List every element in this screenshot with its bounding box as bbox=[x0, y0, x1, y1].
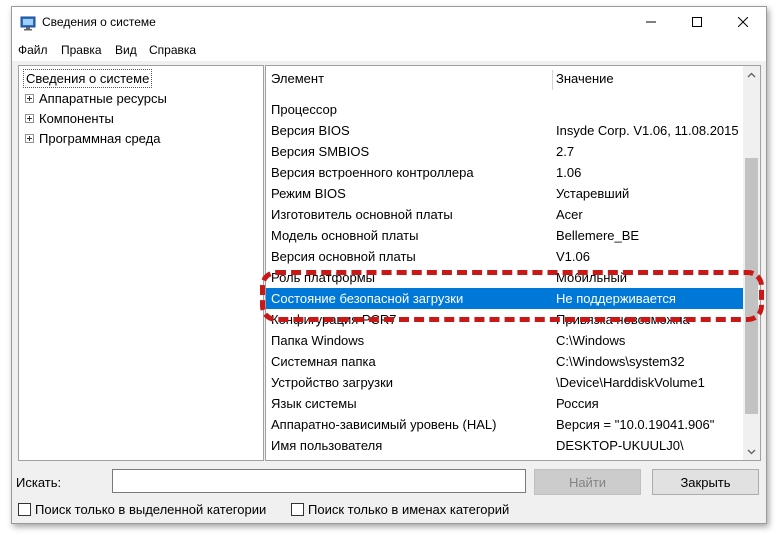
search-input[interactable] bbox=[112, 469, 526, 493]
table-row[interactable]: Версия BIOS Insyde Corp. V1.06, 11.08.201… bbox=[266, 120, 743, 141]
cell-value: Insyde Corp. V1.06, 11.08.2015 bbox=[556, 123, 739, 138]
cell-value: Привязка невозможна bbox=[556, 312, 690, 327]
details-list: Элемент Значение Процессор Версия BIOS Ins… bbox=[265, 65, 761, 461]
cell-item: Состояние безопасной загрузки bbox=[271, 291, 464, 306]
vertical-scrollbar[interactable] bbox=[743, 66, 760, 460]
table-row[interactable]: Роль платформы Мобильный bbox=[266, 267, 743, 288]
table-row[interactable]: Версия встроенного контроллера 1.06 bbox=[266, 162, 743, 183]
close-window-button[interactable] bbox=[720, 7, 766, 37]
column-header-value[interactable]: Значение bbox=[556, 66, 614, 92]
chevron-up-icon bbox=[747, 72, 756, 77]
category-tree: Сведения о системе Аппаратные ресурсы Ко… bbox=[18, 65, 264, 461]
menu-edit[interactable]: Правка bbox=[61, 43, 102, 57]
window-title: Сведения о системе bbox=[42, 15, 156, 29]
tree-item-hardware-resources[interactable]: Аппаратные ресурсы bbox=[25, 90, 167, 106]
scroll-up-arrow[interactable] bbox=[743, 66, 760, 83]
tree-item-label: Программная среда bbox=[39, 130, 161, 146]
scroll-down-arrow[interactable] bbox=[743, 443, 760, 460]
cell-item: Режим BIOS bbox=[271, 186, 346, 201]
table-row[interactable]: Конфигурация PCR7 Привязка невозможна bbox=[266, 309, 743, 330]
menu-help[interactable]: Справка bbox=[149, 43, 196, 57]
cell-item: Системная папка bbox=[271, 354, 376, 369]
cell-value: Не поддерживается bbox=[556, 291, 676, 306]
table-row[interactable]: Режим BIOS Устаревший bbox=[266, 183, 743, 204]
cell-value: C:\Windows bbox=[556, 333, 626, 348]
close-icon bbox=[738, 17, 748, 27]
scroll-thumb[interactable] bbox=[745, 158, 758, 414]
expand-icon[interactable] bbox=[25, 93, 34, 103]
cell-item: Модель основной платы bbox=[271, 228, 419, 243]
tree-item-label: Аппаратные ресурсы bbox=[39, 90, 167, 106]
cell-item: Версия встроенного контроллера bbox=[271, 165, 474, 180]
table-row[interactable]: Модель основной платы Bellemere_BE bbox=[266, 225, 743, 246]
option-label: Поиск только в выделенной категории bbox=[35, 501, 267, 517]
cell-value: Устаревший bbox=[556, 186, 630, 201]
tree-root-system-summary[interactable]: Сведения о системе bbox=[23, 69, 153, 88]
cell-item: Имя пользователя bbox=[271, 438, 383, 453]
table-row[interactable]: Состояние безопасной загрузки Не поддержи… bbox=[266, 288, 743, 309]
cell-item: Устройство загрузки bbox=[271, 375, 394, 390]
table-row[interactable]: Процессор bbox=[266, 99, 743, 120]
table-row[interactable]: Папка Windows C:\Windows bbox=[266, 330, 743, 351]
minimize-button[interactable] bbox=[628, 7, 674, 37]
cell-item: Аппаратно-зависимый уровень (HAL) bbox=[271, 417, 497, 432]
checkbox[interactable] bbox=[18, 502, 31, 516]
find-button[interactable]: Найти bbox=[534, 469, 641, 495]
system-information-window: Сведения о системе Файл Правка Вид Справ… bbox=[11, 6, 767, 524]
cell-item: Папка Windows bbox=[271, 333, 365, 348]
column-header-item[interactable]: Элемент bbox=[271, 66, 324, 92]
checkbox[interactable] bbox=[291, 502, 304, 516]
option-category-names[interactable]: Поиск только в именах категорий bbox=[291, 501, 509, 517]
table-row[interactable]: Аппаратно-зависимый уровень (HAL) Версия … bbox=[266, 414, 743, 435]
cell-item: Конфигурация PCR7 bbox=[271, 312, 397, 327]
cell-value: Мобильный bbox=[556, 270, 628, 285]
menu-view[interactable]: Вид bbox=[115, 43, 137, 57]
tree-item-components[interactable]: Компоненты bbox=[25, 110, 114, 126]
cell-value: C:\Windows\system32 bbox=[556, 354, 685, 369]
table-row[interactable]: Системная папка C:\Windows\system32 bbox=[266, 351, 743, 372]
expand-icon[interactable] bbox=[25, 133, 34, 143]
expand-icon[interactable] bbox=[25, 113, 34, 123]
cell-value: 1.06 bbox=[556, 165, 582, 180]
cell-item: Версия BIOS bbox=[271, 123, 350, 138]
table-row[interactable]: Имя пользователя DESKTOP-UKUULJ0\ bbox=[266, 435, 743, 456]
cell-value: 2.7 bbox=[556, 144, 575, 159]
cell-item: Изготовитель основной платы bbox=[271, 207, 453, 222]
maximize-button[interactable] bbox=[674, 7, 720, 37]
cell-value: Acer bbox=[556, 207, 583, 222]
option-label: Поиск только в именах категорий bbox=[308, 501, 510, 517]
cell-value: Россия bbox=[556, 396, 599, 411]
close-button[interactable]: Закрыть bbox=[652, 469, 759, 495]
cell-value: Bellemere_BE bbox=[556, 228, 640, 243]
column-divider[interactable] bbox=[552, 70, 553, 90]
table-row[interactable]: Изготовитель основной платы Acer bbox=[266, 204, 743, 225]
cell-item: Версия основной платы bbox=[271, 249, 416, 264]
cell-value: DESKTOP-UKUULJ0\ bbox=[556, 438, 684, 453]
maximize-icon bbox=[692, 17, 702, 27]
table-row[interactable]: Язык системы Россия bbox=[266, 393, 743, 414]
cell-item: Процессор bbox=[271, 102, 337, 117]
tree-item-label: Компоненты bbox=[39, 110, 114, 126]
table-row[interactable]: Версия SMBIOS 2.7 bbox=[266, 141, 743, 162]
cell-item: Роль платформы bbox=[271, 270, 375, 285]
table-row[interactable]: Версия основной платы V1.06 bbox=[266, 246, 743, 267]
table-row[interactable]: Устройство загрузки \Device\HarddiskVolum… bbox=[266, 372, 743, 393]
cell-value: \Device\HarddiskVolume1 bbox=[556, 375, 705, 390]
title-bar[interactable]: Сведения о системе bbox=[12, 7, 766, 37]
cell-item: Версия SMBIOS bbox=[271, 144, 370, 159]
tree-item-software-environment[interactable]: Программная среда bbox=[25, 130, 160, 146]
chevron-down-icon bbox=[747, 449, 756, 454]
menu-file[interactable]: Файл bbox=[18, 43, 48, 57]
system-info-icon bbox=[20, 16, 36, 31]
cell-item: Язык системы bbox=[271, 396, 357, 411]
option-selected-category[interactable]: Поиск только в выделенной категории bbox=[18, 501, 266, 517]
search-label: Искать: bbox=[16, 475, 62, 490]
cell-value: Версия = "10.0.19041.906" bbox=[556, 417, 715, 432]
minimize-icon bbox=[646, 21, 656, 23]
menu-bar: Файл Правка Вид Справка bbox=[12, 37, 766, 61]
cell-value: V1.06 bbox=[556, 249, 590, 264]
